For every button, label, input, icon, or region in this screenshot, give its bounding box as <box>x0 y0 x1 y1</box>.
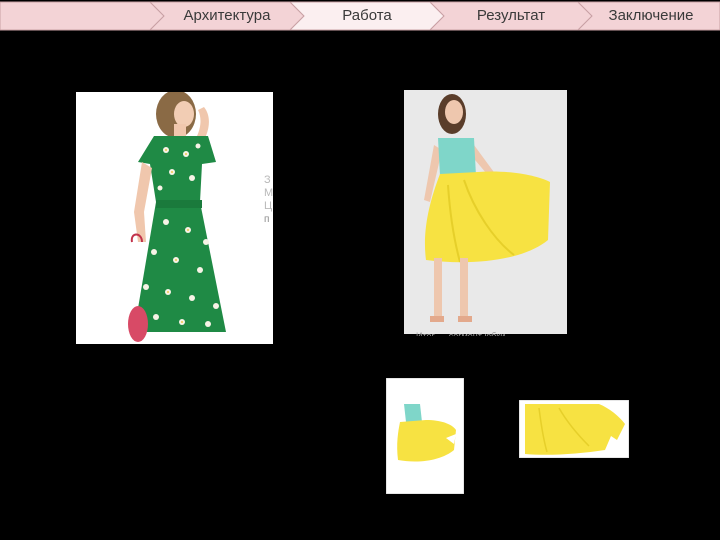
yellow-photo-caption: Итог — сегмент юбки <box>416 331 506 336</box>
side-text-line-3: Ц <box>264 200 273 212</box>
tab-conclusion[interactable]: Заключение <box>592 6 710 26</box>
yellow-skirt-photo <box>404 90 567 334</box>
breadcrumb-nav: Архитектура Работа Результат Заключение <box>0 0 720 32</box>
tab-work[interactable]: Работа <box>304 6 430 26</box>
side-text-line-4: п <box>264 214 270 225</box>
side-text-line-2: М <box>264 187 274 199</box>
segmentation-skirt <box>519 400 629 458</box>
side-text: З М Ц п <box>264 174 273 226</box>
side-text-line-1: З <box>264 174 271 186</box>
tab-result[interactable]: Результат <box>444 6 578 26</box>
green-dress-photo <box>76 92 273 344</box>
segmentation-full <box>386 378 464 494</box>
tab-architecture[interactable]: Архитектура <box>164 6 290 26</box>
tab-shape-0 <box>0 1 165 31</box>
